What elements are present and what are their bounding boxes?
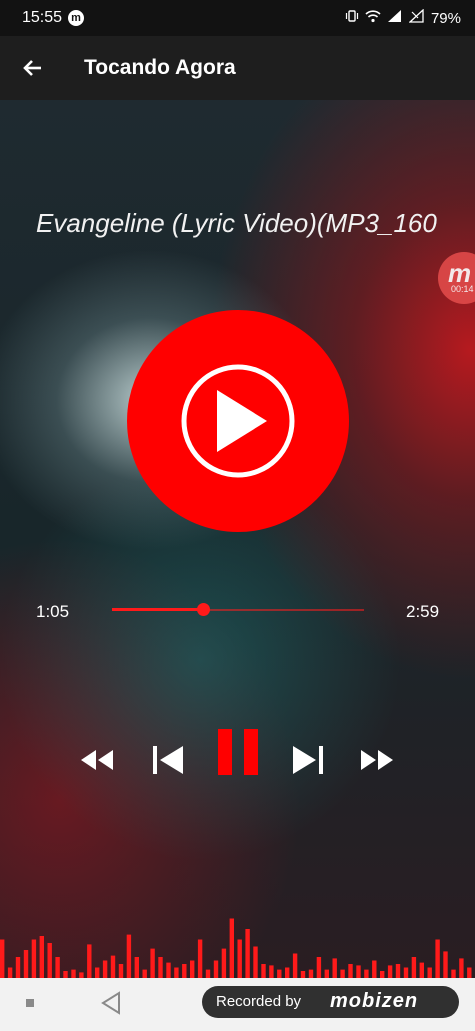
visualizer-bar xyxy=(372,960,377,978)
visualizer-bar xyxy=(87,944,92,978)
visualizer-bar xyxy=(102,960,108,978)
visualizer-bar xyxy=(190,960,195,978)
visualizer-bar xyxy=(182,964,187,978)
visualizer-bar xyxy=(435,939,440,978)
visualizer-bar xyxy=(39,936,44,978)
back-button[interactable] xyxy=(16,52,48,84)
audio-visualizer xyxy=(0,918,472,978)
visualizer-bar xyxy=(387,965,393,978)
status-bar: 15:55 m 79% xyxy=(0,0,475,36)
visualizer-bar xyxy=(95,967,100,978)
visualizer-bar xyxy=(348,964,353,978)
visualizer-bar xyxy=(118,964,124,978)
visualizer-bar xyxy=(253,946,258,978)
visualizer-bar xyxy=(324,969,329,978)
visualizer-bar xyxy=(63,971,68,978)
total-time: 2:59 xyxy=(406,602,440,621)
mobizen-logo: mobizen xyxy=(330,990,419,1012)
triangle-back-icon xyxy=(101,991,120,1015)
visualizer-bar xyxy=(7,967,13,978)
visualizer-bar xyxy=(427,967,432,978)
visualizer-bar xyxy=(15,957,21,978)
visualizer-bar xyxy=(285,967,290,978)
visualizer-bar xyxy=(55,957,60,978)
visualizer-bar xyxy=(269,965,274,978)
visualizer-bar xyxy=(237,939,242,978)
visualizer-bar xyxy=(300,971,306,978)
next-button[interactable] xyxy=(290,744,326,781)
skip-next-icon xyxy=(293,746,323,774)
arrow-left-icon xyxy=(23,60,41,76)
visualizer-bar xyxy=(229,918,234,978)
pause-icon xyxy=(218,729,258,775)
visualizer-bar xyxy=(197,939,203,978)
visualizer-bar xyxy=(340,969,345,978)
visualizer-bar xyxy=(150,948,155,978)
page-title: Tocando Agora xyxy=(84,56,236,79)
visualizer-bar xyxy=(316,957,322,978)
visualizer-bar xyxy=(205,969,211,978)
visualizer-bar xyxy=(71,969,76,978)
previous-button[interactable] xyxy=(150,744,186,781)
song-title: Evangeline (Lyric Video)(MP3_160 xyxy=(36,208,437,238)
visualizer-bar xyxy=(166,962,171,978)
visualizer-bar xyxy=(110,955,116,978)
recorder-timer: 00:14 xyxy=(451,284,474,294)
visualizer-bar xyxy=(213,960,219,978)
visualizer-bar xyxy=(261,964,266,978)
recording-banner: Recorded by mobizen xyxy=(202,986,459,1018)
album-art xyxy=(127,310,349,532)
pause-button[interactable] xyxy=(216,726,260,781)
seek-progress xyxy=(112,608,203,611)
visualizer-bar xyxy=(443,951,448,978)
visualizer-bar xyxy=(395,964,401,978)
status-time: 15:55 xyxy=(22,9,63,26)
visualizer-bar xyxy=(380,971,385,978)
skip-previous-icon xyxy=(153,746,183,774)
elapsed-time: 1:05 xyxy=(36,602,70,621)
visualizer-bar xyxy=(31,939,37,978)
visualizer-bar xyxy=(0,939,5,978)
visualizer-bar xyxy=(364,969,369,978)
visualizer-bar xyxy=(126,934,132,978)
mobizen-icon: m xyxy=(68,10,84,26)
visualizer-bar xyxy=(142,969,147,978)
app-bar: Tocando Agora xyxy=(0,36,475,100)
nav-back-button[interactable] xyxy=(100,991,122,1020)
visualizer-bar xyxy=(467,967,472,978)
visualizer-bar xyxy=(356,965,361,978)
visualizer-bar xyxy=(308,969,314,978)
visualizer-bar xyxy=(277,969,282,978)
visualizer-bar xyxy=(332,958,337,978)
seek-thumb[interactable] xyxy=(196,603,210,616)
visualizer-bar xyxy=(419,962,424,978)
rewind-button[interactable] xyxy=(78,744,116,781)
visualizer-bar xyxy=(174,967,179,978)
recorded-by-label: Recorded by xyxy=(216,993,302,1010)
play-circle-icon xyxy=(181,364,295,478)
visualizer-bar xyxy=(451,969,456,978)
fast-forward-icon xyxy=(361,750,393,770)
visualizer-bar xyxy=(47,943,52,978)
visualizer-bar xyxy=(221,948,227,978)
visualizer-bar xyxy=(245,929,250,978)
signal-icon-2 xyxy=(408,8,425,27)
vibrate-icon xyxy=(345,9,359,27)
visualizer-bar xyxy=(23,950,29,978)
visualizer-bar xyxy=(158,957,163,978)
fast-forward-button[interactable] xyxy=(358,744,396,781)
signal-icon xyxy=(387,9,403,27)
visualizer-bar xyxy=(459,958,464,978)
recent-apps-button[interactable] xyxy=(26,999,34,1007)
visualizer-bar xyxy=(403,967,409,978)
battery-text: 79% xyxy=(430,9,461,27)
status-icons: 79% xyxy=(345,8,461,27)
wifi-icon xyxy=(365,9,381,27)
visualizer-bar xyxy=(292,953,298,978)
visualizer-bar xyxy=(411,957,417,978)
visualizer-bar xyxy=(134,957,139,978)
rewind-icon xyxy=(81,750,113,770)
